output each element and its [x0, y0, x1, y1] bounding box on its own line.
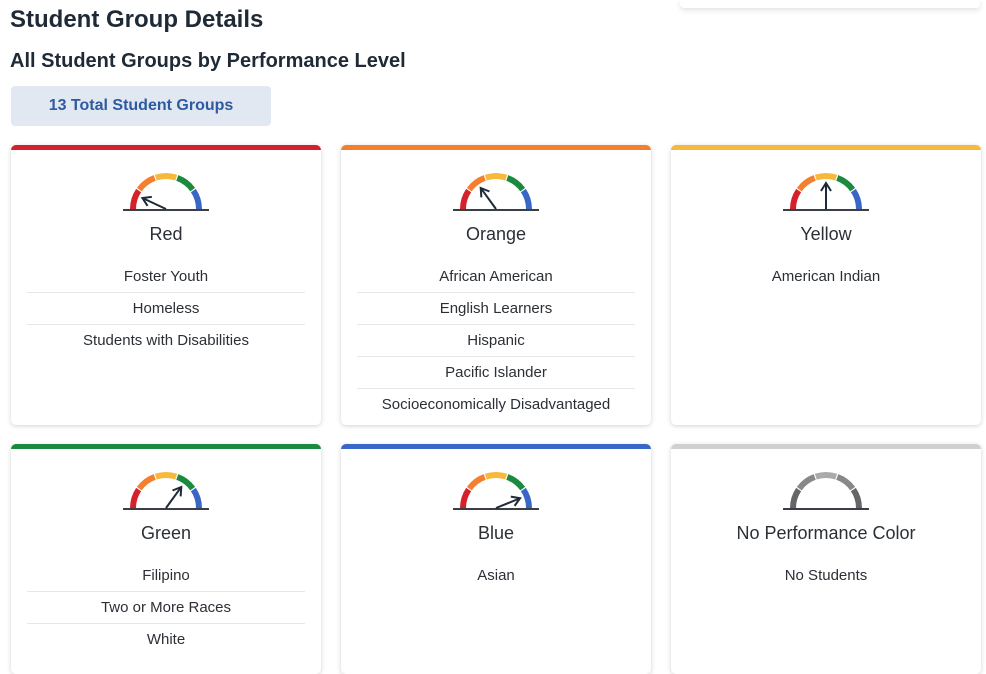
student-group-item: Foster Youth — [27, 261, 305, 293]
performance-color-label: No Performance Color — [736, 523, 916, 543]
green-gauge-icon — [123, 472, 209, 510]
gray-gauge-icon — [783, 472, 869, 510]
card-blue: Blue Asian — [341, 444, 651, 674]
card-accent-bar — [671, 444, 981, 449]
student-group-item: No Students — [784, 567, 868, 584]
card-accent-bar — [341, 145, 651, 150]
student-group-item: White — [146, 631, 186, 648]
student-group-item: Filipino — [27, 560, 305, 592]
student-group-item: Socioeconomically Disadvantaged — [381, 396, 611, 413]
card-accent-bar — [341, 444, 651, 449]
student-group-item: Pacific Islander — [357, 357, 635, 389]
page-subtitle: All Student Groups by Performance Level — [10, 50, 406, 72]
student-group-list: Asian — [357, 560, 635, 591]
performance-color-label: Blue — [477, 523, 515, 543]
card-accent-bar — [671, 145, 981, 150]
student-group-list: No Students — [687, 560, 965, 591]
student-group-list: American Indian — [687, 261, 965, 292]
red-gauge-icon — [123, 173, 209, 211]
total-groups-badge[interactable]: 13 Total Student Groups — [11, 86, 271, 126]
card-no-performance-color: No Performance Color No Students — [671, 444, 981, 674]
student-group-list: African American English Learners Hispanic… — [357, 261, 635, 420]
performance-color-label: Red — [149, 224, 183, 244]
page-title: Student Group Details — [10, 6, 264, 33]
student-group-item: English Learners — [357, 293, 635, 325]
student-group-item: African American — [357, 261, 635, 293]
card-red: Red Foster Youth Homeless Students with Di… — [11, 145, 321, 425]
orange-gauge-icon — [453, 173, 539, 211]
student-group-item: American Indian — [771, 268, 881, 285]
blue-gauge-icon — [453, 472, 539, 510]
performance-color-label: Orange — [465, 224, 527, 244]
performance-color-label: Green — [140, 523, 192, 543]
card-yellow: Yellow American Indian — [671, 145, 981, 425]
yellow-gauge-icon — [783, 173, 869, 211]
card-green: Green Filipino Two or More Races White — [11, 444, 321, 674]
student-group-item: Homeless — [27, 293, 305, 325]
card-orange: Orange African American English Learners H… — [341, 145, 651, 425]
student-group-list: Foster Youth Homeless Students with Disabi… — [27, 261, 305, 356]
performance-color-label: Yellow — [800, 224, 852, 244]
student-group-item: Hispanic — [357, 325, 635, 357]
card-accent-bar — [11, 444, 321, 449]
student-group-item: Students with Disabilities — [83, 332, 249, 349]
student-group-list: Filipino Two or More Races White — [27, 560, 305, 655]
card-accent-bar — [11, 145, 321, 150]
top-panel-edge — [680, 0, 980, 8]
student-group-item: Two or More Races — [27, 592, 305, 624]
student-group-item: Asian — [477, 567, 515, 584]
